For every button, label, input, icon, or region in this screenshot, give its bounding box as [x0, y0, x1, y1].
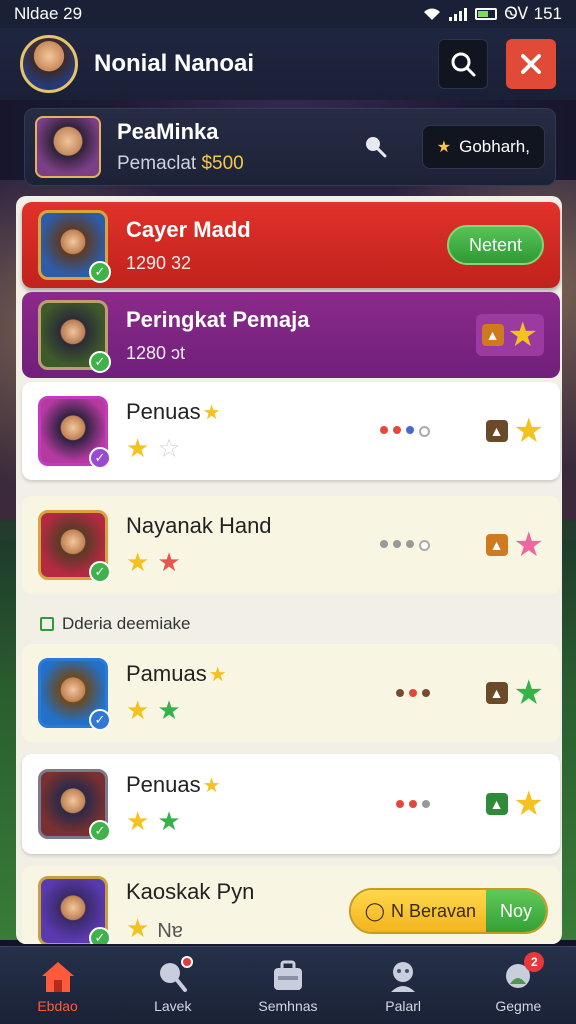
check-icon: ✓ — [89, 261, 111, 283]
profile-action-button[interactable]: ★ Gobharh, — [421, 125, 545, 169]
noy-button[interactable]: Noy — [485, 890, 546, 932]
nav-item-home[interactable]: Ebdao — [8, 958, 108, 1014]
row-subtitle: 1290 32 — [126, 252, 192, 273]
section-label: Dderia deemiake — [62, 614, 191, 633]
rank-badges: ▲ ★ — [475, 314, 544, 356]
list-item[interactable]: ✓ Nayanak Hand ★★ ▲ ★ — [22, 496, 560, 594]
battery-icon — [474, 8, 497, 20]
search-icon — [451, 52, 476, 77]
game-thumbnail: ✓ — [38, 658, 111, 731]
status-right-text: ᏫᏙ 151 — [504, 4, 562, 23]
rank-icon: ▲ — [485, 682, 508, 704]
avatar[interactable] — [20, 35, 78, 93]
profile-name: PeaMinka — [117, 119, 219, 144]
check-icon: ✓ — [89, 927, 111, 944]
rating-stars: ★Nɐ — [126, 912, 183, 943]
list-item[interactable]: ✓ Peringkat Pemaja 1280 ɔt ▲ ★ — [22, 292, 560, 378]
page-title: Nonial Nanoai — [94, 50, 255, 77]
row-title: Penuas — [126, 398, 201, 424]
progress-dots — [395, 800, 430, 808]
signal-icon — [448, 7, 467, 21]
app-header: Nonial Nanoai — [0, 28, 576, 100]
row-title: Pamuas — [126, 660, 207, 686]
check-icon: ✓ — [89, 561, 111, 583]
beravan-button[interactable]: ◯ N Beravan Noy — [348, 888, 548, 934]
star-icon: ★ — [202, 774, 221, 797]
rank-icon: ▲ — [485, 420, 508, 442]
progress-dots — [379, 425, 430, 437]
game-thumbnail: ✓ — [38, 876, 111, 944]
search-icon[interactable] — [362, 133, 390, 161]
profile-avatar[interactable] — [35, 116, 101, 178]
search-button[interactable] — [438, 39, 488, 89]
nav-item-game[interactable]: 2 Gegme — [468, 951, 568, 1014]
coin-icon: ◯ — [364, 900, 385, 921]
game-thumbnail: ✓ — [38, 510, 111, 583]
nav-item-semhnas[interactable]: Semhnas — [238, 958, 338, 1014]
notification-badge: 2 — [524, 951, 545, 972]
profile-balance: Pemaclat $500 — [117, 153, 244, 174]
list-item[interactable]: ✓ Penuas ★ ★☆ ▲ ★ — [22, 382, 560, 480]
close-button[interactable] — [506, 39, 556, 89]
rank-icon: ▲ — [481, 324, 504, 346]
check-icon: ✓ — [89, 820, 111, 842]
rank-icon: ▲ — [485, 793, 508, 815]
notification-dot — [180, 955, 193, 968]
star-icon: ★ — [513, 674, 544, 712]
check-icon: ✓ — [89, 351, 111, 373]
close-icon — [521, 54, 541, 74]
wifi-icon — [423, 8, 440, 20]
home-icon — [41, 961, 74, 992]
status-time: Nldae 29 — [14, 4, 83, 23]
check-icon: ✓ — [89, 447, 111, 469]
check-icon: ✓ — [89, 709, 111, 731]
list-item[interactable]: ✓ Penuas ★ ★★ ▲ ★ — [22, 754, 560, 854]
rank-icon: ▲ — [485, 534, 508, 556]
star-icon: ★ — [513, 412, 544, 450]
star-icon: ★ — [202, 401, 221, 424]
row-title: Kaoskak Pyn — [126, 878, 255, 904]
rating-stars: ★★ — [126, 546, 189, 577]
status-bar: Nldae 29 ᏫᏙ 151 — [0, 0, 576, 28]
game-thumbnail: ✓ — [38, 396, 111, 469]
row-title: Penuas — [126, 771, 201, 797]
rating-stars: ★☆ — [126, 432, 189, 463]
star-icon: ★ — [513, 785, 544, 823]
star-icon: ★ — [507, 316, 538, 354]
game-thumbnail: ✓ — [38, 210, 111, 283]
list-item[interactable]: ✓ Cayer Madd 1290 32 Netent — [22, 202, 560, 288]
nav-item-search[interactable]: Lavek — [123, 955, 223, 1014]
row-title: Cayer Madd — [126, 216, 251, 242]
netent-button[interactable]: Netent — [446, 225, 544, 265]
star-icon: ★ — [436, 139, 452, 156]
rank-badges: ▲ ★ — [485, 785, 544, 823]
game-thumbnail: ✓ — [38, 300, 111, 373]
rank-badges: ▲ ★ — [485, 412, 544, 450]
rank-badges: ▲ ★ — [485, 674, 544, 712]
game-thumbnail: ✓ — [38, 769, 111, 842]
rating-stars: ★★ — [126, 694, 189, 725]
progress-dots — [395, 689, 430, 697]
section-header: Dderia deemiake — [40, 614, 191, 634]
profile-card: PeaMinka Pemaclat $500 ★ Gobharh, — [24, 108, 556, 186]
star-icon: ★ — [513, 526, 544, 564]
rating-stars: ★★ — [126, 805, 189, 836]
balance-amount: $500 — [201, 153, 244, 174]
bottom-navigation: Ebdao Lavek Semhnas Palarl 2 Gegme — [0, 946, 576, 1024]
nav-item-profile[interactable]: Palarl — [353, 958, 453, 1014]
row-title: Nayanak Hand — [126, 512, 272, 538]
briefcase-icon — [273, 960, 302, 990]
section-icon — [40, 617, 54, 631]
game-list-panel: ✓ Cayer Madd 1290 32 Netent ✓ Peringkat … — [16, 196, 562, 944]
row-subtitle: 1280 ɔt — [126, 342, 186, 363]
rank-badges: ▲ ★ — [485, 526, 544, 564]
star-icon: ★ — [208, 663, 227, 686]
list-item[interactable]: ✓ Kaoskak Pyn ★Nɐ ◯ N Beravan Noy — [22, 866, 560, 944]
profile-icon — [391, 961, 416, 992]
row-title: Peringkat Pemaja — [126, 306, 310, 332]
progress-dots — [379, 539, 430, 551]
list-item[interactable]: ✓ Pamuas ★ ★★ ▲ ★ — [22, 644, 560, 742]
